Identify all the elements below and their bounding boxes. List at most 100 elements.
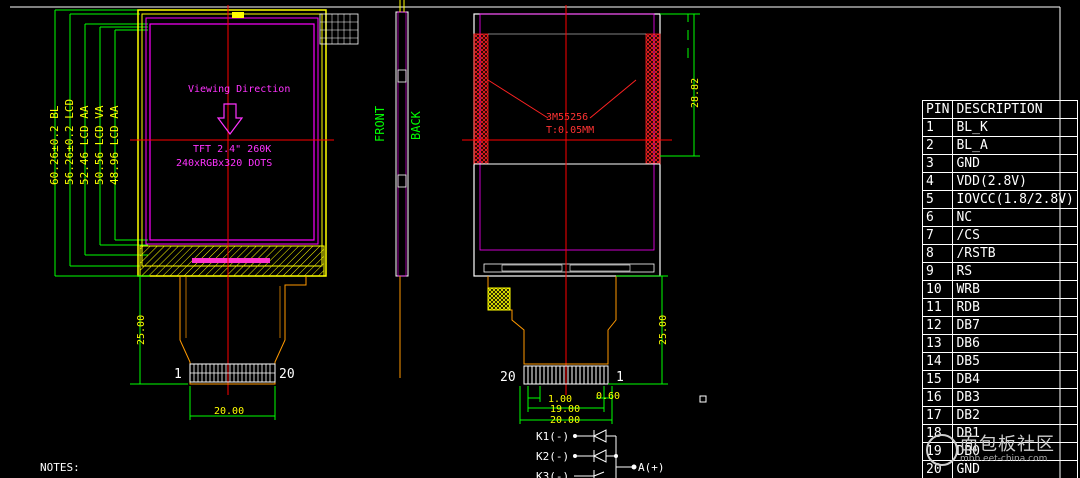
pin-number: 8 — [921, 244, 954, 263]
back-pin-first: 20 — [500, 370, 516, 385]
pin-description-table: PIN DESCRIPTION 1 BL_K 2 BL_A 3 GND 4 VDD(2.8V)… — [921, 100, 1078, 478]
pin-number: 14 — [921, 352, 954, 371]
back-view: 3M55256 T:0.05MM 20 1 28.82 25.00 1.00 0… — [462, 5, 707, 426]
led-anode-label: A(+) — [638, 461, 665, 474]
front-view: 60.26±0.2 BL 56.26±0.2 LCD 52.46 LCD AA … — [48, 5, 359, 420]
pin-number: 15 — [921, 370, 954, 389]
table-row: 5 IOVCC(1.8/2.8V) — [921, 190, 1078, 209]
pin-description: DB3 — [952, 388, 1078, 407]
table-row: 17 DB2 — [921, 406, 1078, 425]
table-row: 16 DB3 — [921, 388, 1078, 407]
pin-number: 13 — [921, 334, 954, 353]
pin-description: GND — [952, 154, 1078, 173]
dim-back-height: 28.82 — [690, 78, 701, 108]
table-row: 15 DB4 — [921, 370, 1078, 389]
back-fpc-component — [487, 287, 511, 311]
dots-spec-label: 240xRGBx320 DOTS — [176, 158, 272, 169]
dim-pin-span: 19.00 — [550, 404, 580, 415]
table-row: 9 RS — [921, 262, 1078, 281]
lcd-ic-strip — [192, 258, 270, 263]
notes-label: NOTES: — [40, 461, 80, 474]
side-view: FRONT BACK — [373, 0, 423, 378]
pin-number: 5 — [921, 190, 954, 209]
fpc-pin-pads — [189, 363, 276, 383]
led-k3-label: K3(-) — [536, 470, 569, 478]
viewing-arrow-icon — [216, 103, 244, 135]
pin-description: /CS — [952, 226, 1078, 245]
pin-number: 9 — [921, 262, 954, 281]
front-label: FRONT — [373, 106, 387, 142]
pin-description: IOVCC(1.8/2.8V) — [952, 190, 1078, 209]
table-row: 13 DB6 — [921, 334, 1078, 353]
table-row: 14 DB5 — [921, 352, 1078, 371]
dim-lcd: 56.26±0.2 LCD — [63, 99, 76, 185]
pin-description: DB4 — [952, 370, 1078, 389]
back-label: BACK — [409, 110, 423, 140]
pin-column-header: PIN — [921, 100, 954, 119]
pin-description: DB7 — [952, 316, 1078, 335]
front-pin-last: 20 — [279, 367, 295, 382]
dim-lcd-aa-2: 48.96 LCD AA — [108, 105, 121, 185]
tape-label: 3M55256 — [546, 112, 588, 123]
dim-bl: 60.26±0.2 BL — [48, 105, 61, 185]
pin-description: DB6 — [952, 334, 1078, 353]
pin-number: 1 — [921, 118, 954, 137]
pin-description: RDB — [952, 298, 1078, 317]
description-column-header: DESCRIPTION — [952, 100, 1078, 119]
table-row: 8/RSTB — [921, 244, 1078, 263]
pin-number: 17 — [921, 406, 954, 425]
pin-number: 6 — [921, 208, 954, 227]
watermark-logo-icon — [926, 434, 958, 466]
pin-description: WRB — [952, 280, 1078, 299]
table-row: 11 RDB — [921, 298, 1078, 317]
site-watermark: 面包板社区 mbb.eet-china.com — [920, 430, 1070, 470]
tft-spec-label: TFT 2.4" 260K — [193, 144, 271, 155]
table-row: 1 BL_K — [921, 118, 1078, 137]
tape-left — [473, 33, 489, 165]
led-k1-label: K1(-) — [536, 430, 569, 443]
led-k2-label: K2(-) — [536, 450, 569, 463]
table-row: 3 GND — [921, 154, 1078, 173]
table-row: 10 WRB — [921, 280, 1078, 299]
pin-number: 7 — [921, 226, 954, 245]
pin-description: RS — [952, 262, 1078, 281]
drawing-canvas: 60.26±0.2 BL 56.26±0.2 LCD 52.46 LCD AA … — [0, 0, 1080, 478]
pin-description: /RSTB — [952, 244, 1078, 263]
pin-table-header: PIN DESCRIPTION — [921, 100, 1078, 119]
dim-fpc-total: 20.00 — [550, 415, 580, 426]
table-row: 6 NC — [921, 208, 1078, 227]
pin-number: 16 — [921, 388, 954, 407]
table-row: 2 BL_A — [921, 136, 1078, 155]
pin-number: 10 — [921, 280, 954, 299]
back-pin-last: 1 — [616, 370, 624, 385]
pin-description: VDD(2.8V) — [952, 172, 1078, 191]
tape-right — [645, 33, 661, 165]
pin-description: BL_K — [952, 118, 1078, 137]
table-row: 7/CS — [921, 226, 1078, 245]
pin-number: 12 — [921, 316, 954, 335]
table-row: 12 DB7 — [921, 316, 1078, 335]
dim-lcd-aa: 52.46 LCD AA — [78, 105, 91, 185]
pin-description: DB2 — [952, 406, 1078, 425]
viewing-direction-label: Viewing Direction — [188, 84, 290, 95]
pin-number: 2 — [921, 136, 954, 155]
front-fpc-length: 25.00 — [136, 315, 147, 345]
watermark-title: 面包板社区 — [960, 434, 1055, 455]
watermark-url: mbb.eet-china.com — [960, 454, 1048, 464]
pin-number: 4 — [921, 172, 954, 191]
pin-description: NC — [952, 208, 1078, 227]
pin-number: 11 — [921, 298, 954, 317]
pin-description: DB5 — [952, 352, 1078, 371]
backlight-circuit: K1(-) K2(-) K3(-) A(+) — [536, 429, 665, 478]
table-row: 4 VDD(2.8V) — [921, 172, 1078, 191]
dim-pin-end: 0.60 — [596, 391, 620, 402]
tape-thickness: T:0.05MM — [546, 125, 594, 136]
pin-description: BL_A — [952, 136, 1078, 155]
backlight-outline — [137, 9, 327, 277]
front-pin-first: 1 — [174, 367, 182, 382]
dim-back-fpc-length: 25.00 — [658, 315, 669, 345]
lcd-mechanical-drawing: 60.26±0.2 BL 56.26±0.2 LCD 52.46 LCD AA … — [10, 0, 1061, 478]
top-tab — [232, 12, 244, 18]
dim-lcd-va: 50.56 LCD VA — [93, 105, 106, 185]
front-fpc-width: 20.00 — [214, 406, 244, 417]
